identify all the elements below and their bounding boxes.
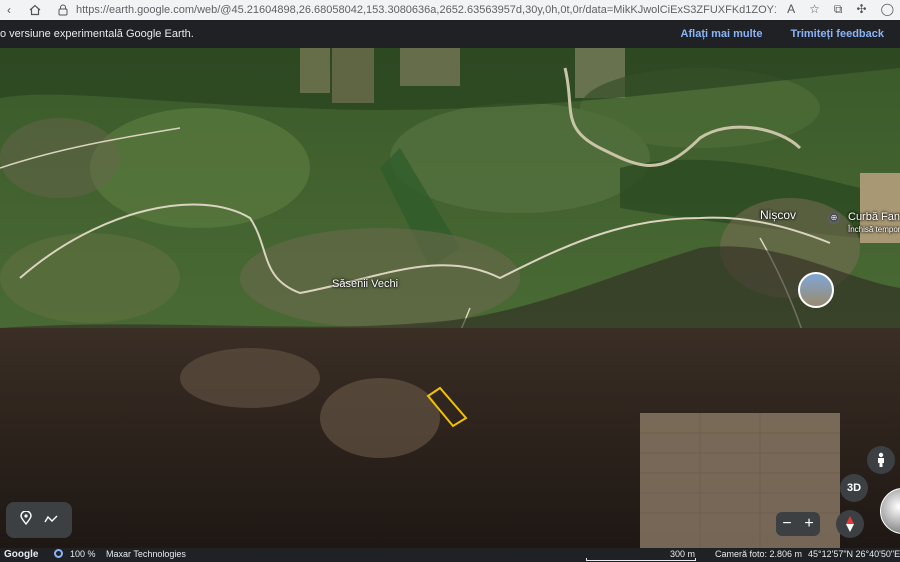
satellite-imagery [0, 48, 900, 548]
status-bar: Google 100 % Maxar Technologies 300 m Ca… [0, 548, 900, 562]
google-logo: Google [4, 549, 39, 560]
home-icon[interactable] [28, 3, 42, 17]
extensions-icon[interactable]: ✣ [857, 2, 867, 17]
photo-thumbnail[interactable] [798, 272, 834, 308]
camera-altitude: Cameră foto: 2.806 m [715, 549, 803, 559]
village-label-niscov[interactable]: Nișcov [760, 208, 796, 222]
loading-ring-icon [54, 549, 63, 558]
notice-text: o versiune experimentală Google Earth. [0, 28, 194, 40]
zoom-control: − + [776, 512, 820, 536]
zoom-percent: 100 % [70, 549, 96, 559]
compass-button[interactable] [836, 510, 864, 538]
street-view-pegman-icon[interactable] [867, 446, 895, 474]
imagery-attribution[interactable]: Maxar Technologies [106, 549, 186, 559]
site-info-icon[interactable] [56, 3, 70, 17]
zoom-out-button[interactable]: − [776, 515, 798, 533]
coordinates: 45°12'57"N 26°40'50"E [808, 549, 900, 559]
village-label-sasenii-vechi[interactable]: Săsenii Vechi [332, 278, 398, 290]
tab-search-icon[interactable]: ⧉ [834, 2, 843, 17]
url-text[interactable]: https://earth.google.com/web/@45.2160489… [76, 4, 776, 16]
poi-label-curba-fana[interactable]: Curbă Fană [848, 211, 900, 223]
zoom-in-button[interactable]: + [798, 515, 820, 533]
toggle-3d-button[interactable]: 3D [840, 474, 868, 502]
satellite-map[interactable]: Săsenii Vechi Nișcov ⊕ Curbă Fană Închis… [0, 48, 900, 548]
send-feedback-link[interactable]: Trimiteți feedback [790, 28, 884, 40]
measure-path-icon[interactable] [44, 511, 58, 529]
poi-marker-icon[interactable]: ⊕ [828, 212, 840, 224]
learn-more-link[interactable]: Aflați mai multe [681, 28, 763, 40]
left-tools-panel [6, 502, 72, 538]
poi-label-subtitle: Închisă tempor [848, 225, 900, 234]
browser-address-bar: ‹ https://earth.google.com/web/@45.21604… [0, 0, 900, 21]
translate-icon[interactable]: A [787, 2, 795, 17]
scale-bar [586, 558, 696, 561]
back-icon[interactable]: ‹ [2, 3, 16, 17]
place-marker-icon[interactable] [20, 509, 32, 530]
experimental-notice-bar: o versiune experimentală Google Earth. A… [0, 20, 900, 48]
profile-icon[interactable]: ◯ [881, 2, 894, 17]
compass-needle-icon [846, 516, 854, 532]
bookmark-star-icon[interactable]: ☆ [809, 2, 820, 17]
